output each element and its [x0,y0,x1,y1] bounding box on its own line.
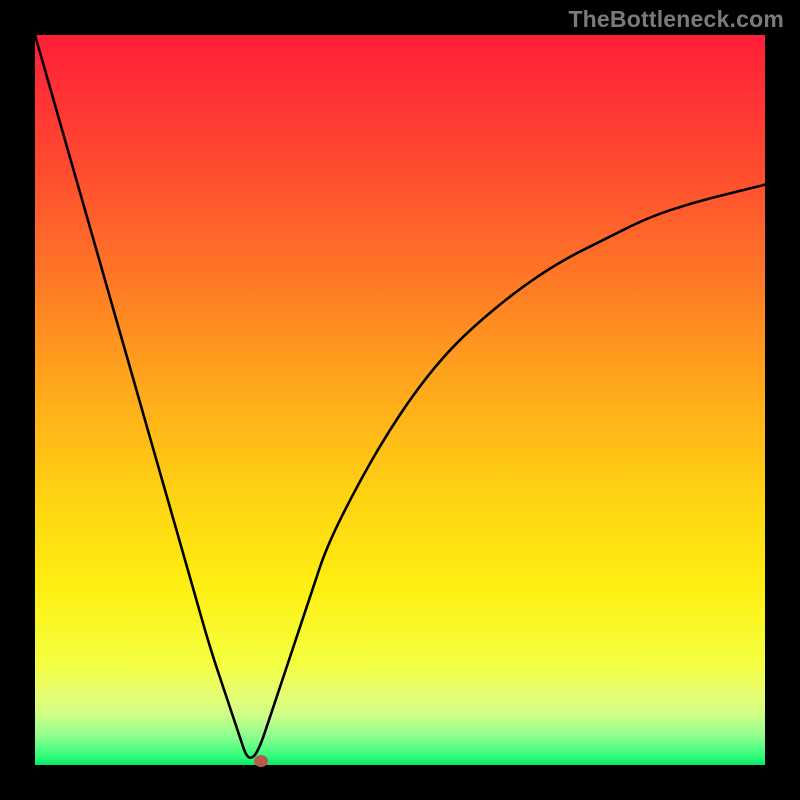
watermark-text: TheBottleneck.com [568,6,784,33]
bottleneck-curve [35,35,765,765]
minimum-marker [254,755,268,767]
plot-area [35,35,765,765]
chart-frame: TheBottleneck.com [0,0,800,800]
